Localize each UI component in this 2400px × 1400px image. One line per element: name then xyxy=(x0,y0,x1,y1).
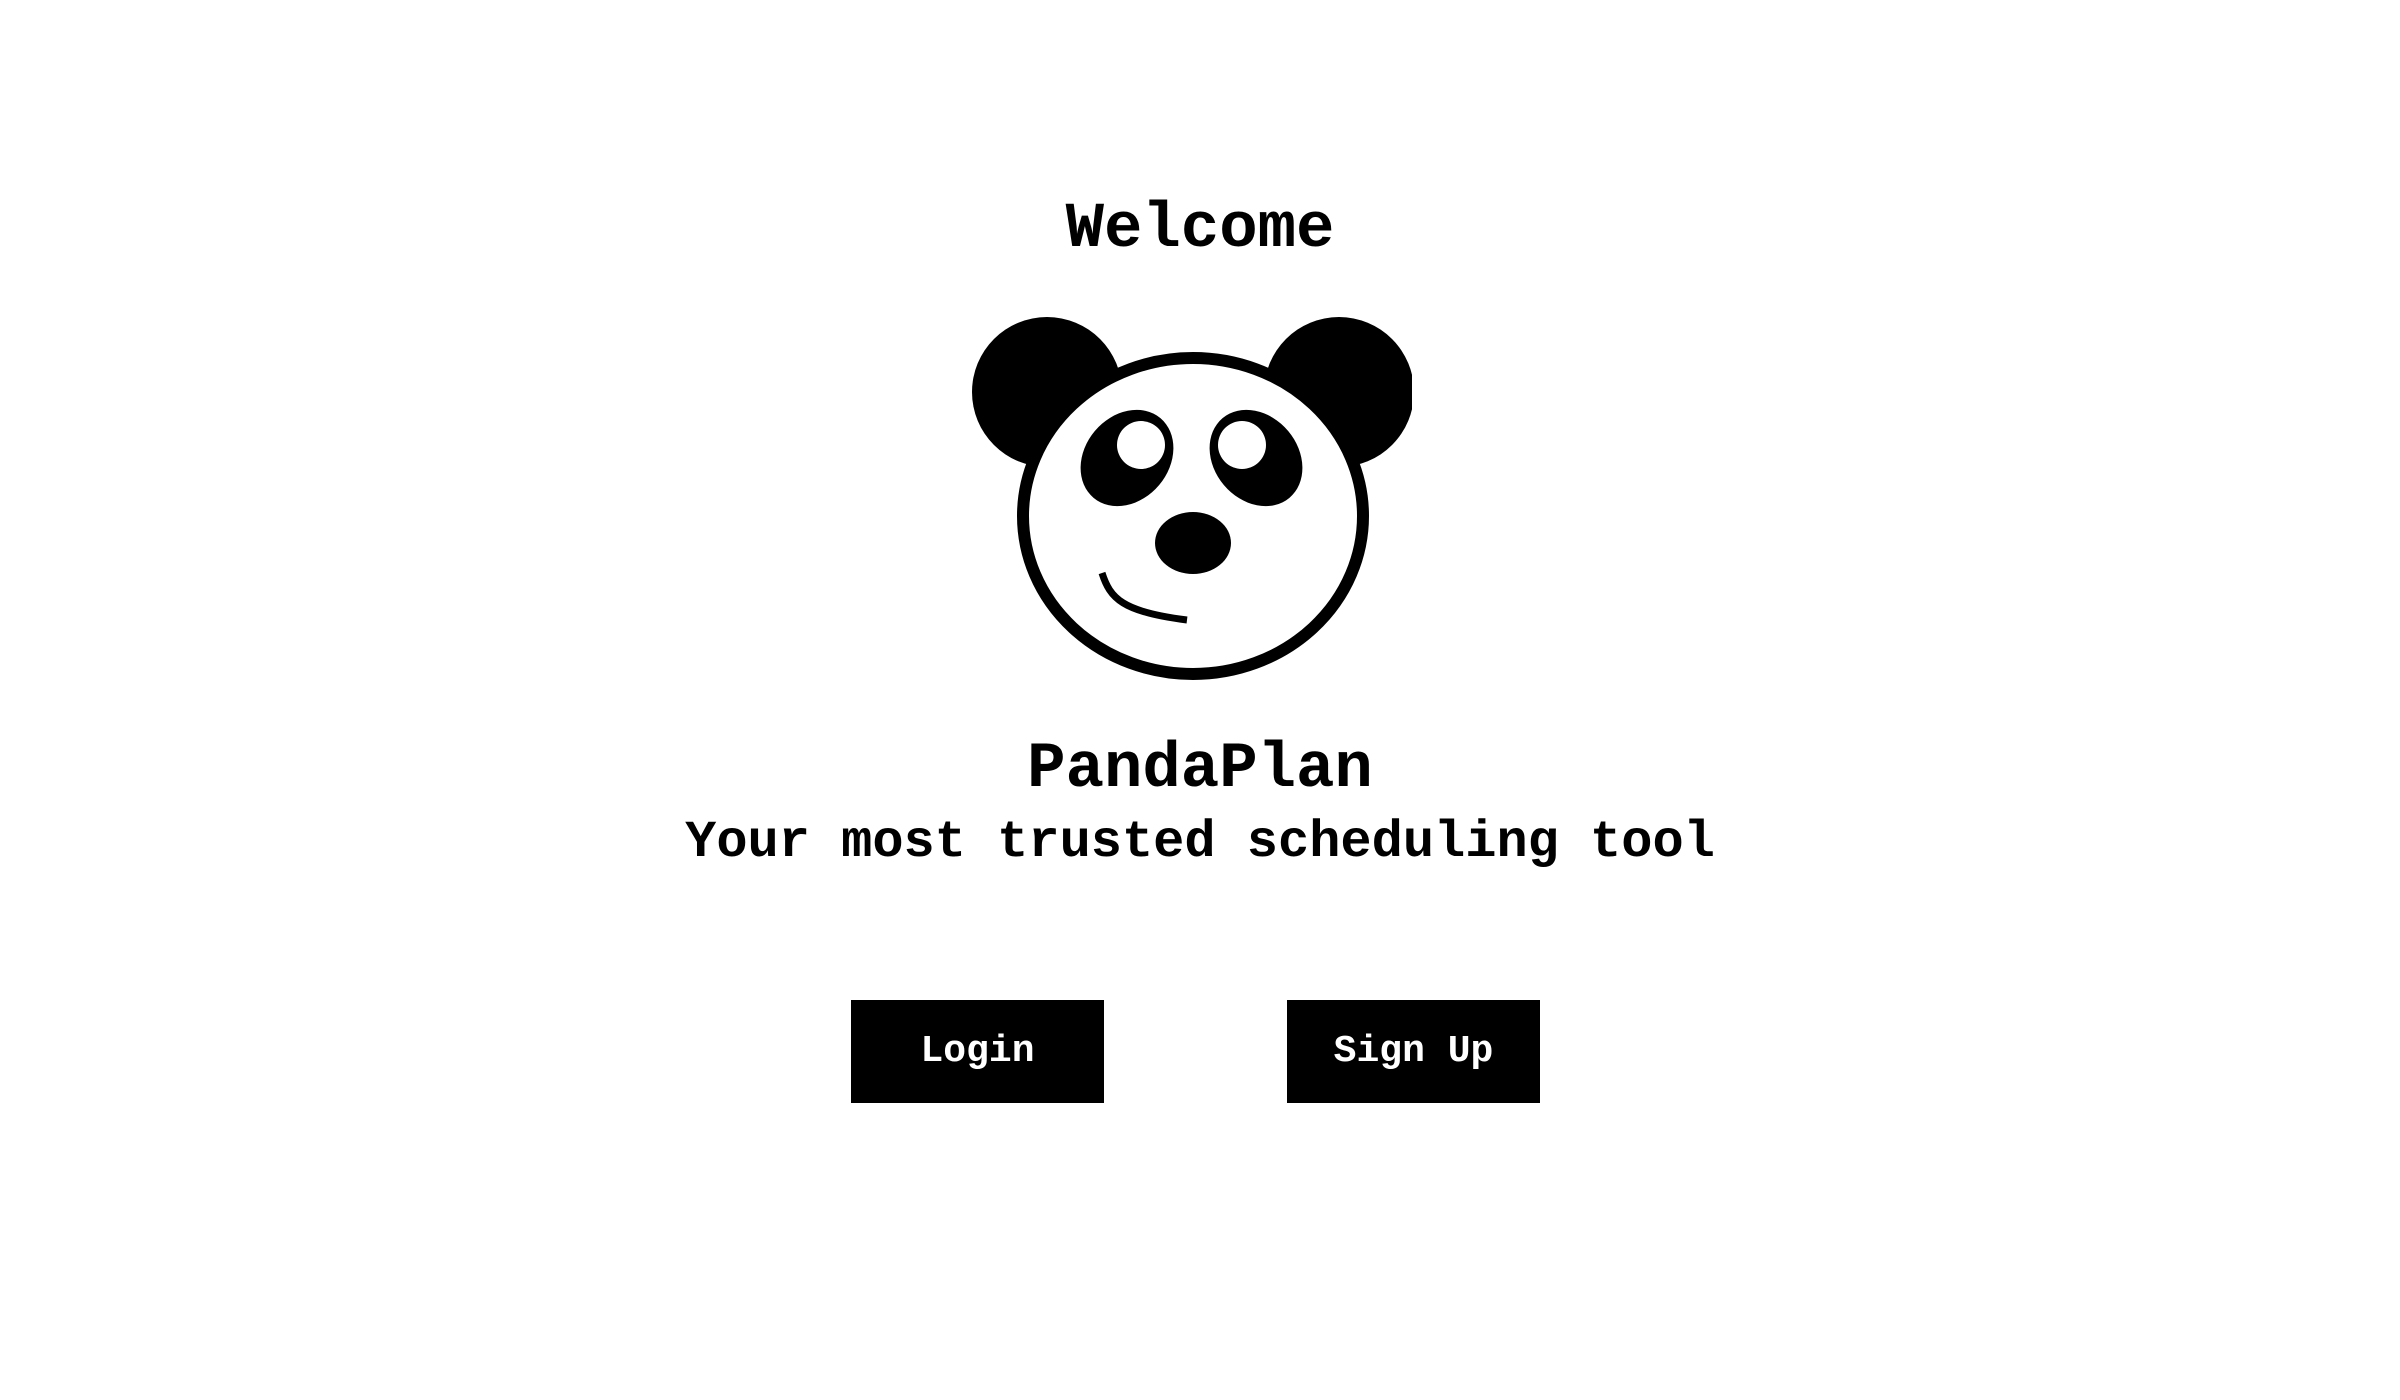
panda-nose xyxy=(1155,512,1231,574)
panda-left-eye xyxy=(1117,421,1165,469)
panda-right-eye xyxy=(1218,421,1266,469)
login-button[interactable]: Login xyxy=(851,1000,1104,1103)
sign-up-button[interactable]: Sign Up xyxy=(1287,1000,1540,1103)
panda-icon xyxy=(972,317,1412,680)
app-tagline: Your most trusted scheduling tool xyxy=(685,813,1715,872)
app-name: PandaPlan xyxy=(1027,734,1373,806)
welcome-heading: Welcome xyxy=(1065,194,1335,266)
